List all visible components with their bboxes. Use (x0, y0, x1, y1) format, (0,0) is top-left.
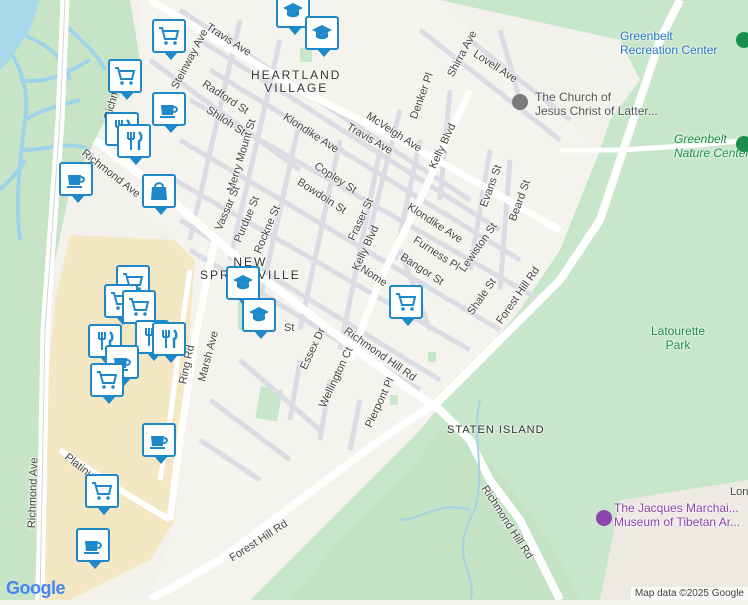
school-marker[interactable] (226, 266, 260, 307)
shopping-cart-icon (92, 482, 113, 500)
cafe-marker[interactable] (76, 528, 110, 569)
school-icon (312, 25, 332, 40)
fork-knife-icon (127, 131, 143, 150)
fork-knife-icon (162, 329, 178, 348)
coffee-cup-icon (67, 175, 85, 188)
poi-latourette-park[interactable]: Latourette Park (651, 324, 705, 353)
coffee-cup-icon (84, 541, 102, 554)
map-attribution[interactable]: Map data ©2025 Google (630, 587, 748, 600)
restaurant-marker[interactable] (152, 322, 186, 363)
area-label-heartland-village: HEARTLAND VILLAGE (251, 68, 342, 96)
coffee-cup-icon (150, 436, 168, 449)
area-label-staten-island: STATEN ISLAND (447, 424, 545, 436)
street-label: Lon (730, 486, 748, 498)
shopping-marker[interactable] (142, 174, 176, 215)
google-logo[interactable]: Google (6, 578, 66, 599)
school-marker[interactable] (305, 16, 339, 57)
map-canvas[interactable]: HEARTLAND VILLAGE NEW SPRINGVILLE STATEN… (0, 0, 748, 604)
cafe-marker[interactable] (152, 92, 186, 133)
school-icon (233, 275, 253, 290)
poi-tibetan-museum[interactable]: The Jacques Marchai... Museum of Tibetan… (614, 501, 740, 530)
grocery-marker[interactable] (90, 363, 124, 404)
cafe-marker[interactable] (59, 162, 93, 203)
poi-church[interactable]: The Church of Jesus Christ of Latter... (535, 90, 658, 119)
grocery-marker[interactable] (85, 474, 119, 515)
shopping-cart-icon (159, 27, 180, 45)
shopping-cart-icon (97, 371, 118, 389)
google-logo-text: Google (6, 578, 66, 598)
grocery-marker[interactable] (122, 290, 156, 331)
cafe-marker[interactable] (142, 423, 176, 464)
place-of-worship-icon (512, 94, 528, 110)
poi-greenbelt-recreation-center[interactable]: Greenbelt Recreation Center (620, 29, 717, 58)
grocery-marker[interactable] (152, 19, 186, 60)
school-icon (283, 3, 303, 18)
park-icon (736, 32, 748, 48)
shopping-cart-icon (115, 67, 136, 85)
coffee-cup-icon (160, 105, 178, 118)
restaurant-marker[interactable] (117, 124, 151, 165)
shopping-cart-icon (396, 293, 417, 311)
park-icon (736, 136, 748, 152)
grocery-marker[interactable] (389, 285, 423, 326)
grocery-marker[interactable] (108, 59, 142, 100)
school-icon (249, 307, 269, 322)
street-label: St (284, 322, 295, 334)
shopping-cart-icon (129, 298, 150, 316)
shopping-bag-icon (151, 182, 167, 200)
school-marker[interactable] (242, 298, 276, 339)
museum-icon (596, 510, 612, 526)
